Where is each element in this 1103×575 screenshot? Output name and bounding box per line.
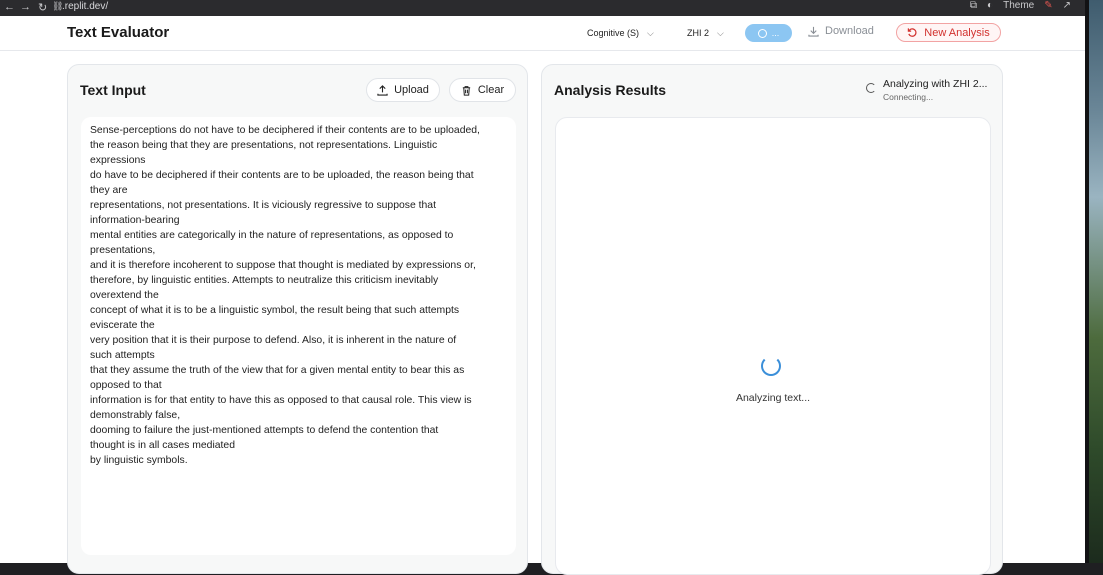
analysis-results-title: Analysis Results [554, 82, 667, 98]
address-bar-url[interactable]: .replit.dev/ [62, 1, 108, 12]
spinner-icon [866, 83, 876, 93]
analysis-results-panel: Analysis Results Analyzing with ZHI 2...… [541, 64, 1003, 575]
text-input-title: Text Input [80, 82, 146, 98]
mode-select[interactable]: Cognitive (S) ⌵ [583, 24, 658, 42]
pill-label: ... [771, 28, 780, 38]
download-button[interactable]: Download [808, 25, 874, 37]
terminal-icon[interactable]: ⧉ [970, 0, 977, 11]
model-select[interactable]: ZHI 2 ⌵ [683, 24, 728, 42]
status-primary: Analyzing with ZHI 2... [883, 78, 988, 90]
palette-icon[interactable]: ◐ [987, 0, 993, 11]
new-analysis-button[interactable]: New Analysis [896, 23, 1001, 42]
browser-toolbar: ← → ↻ ⛓ .replit.dev/ ⧉ ◐ Theme ✎ ↗ [0, 0, 1085, 16]
upload-label: Upload [394, 84, 429, 96]
theme-label[interactable]: Theme [1003, 0, 1034, 11]
download-label: Download [825, 25, 874, 37]
status-secondary: Connecting... [883, 92, 934, 102]
clear-button[interactable]: Clear [449, 78, 516, 102]
chevron-down-icon: ⌵ [717, 27, 724, 38]
trash-icon [462, 85, 471, 96]
upload-button[interactable]: Upload [366, 78, 440, 102]
text-input-panel: Text Input Upload Clear Sense-perception… [67, 64, 528, 574]
text-input-area[interactable]: Sense-perceptions do not have to be deci… [81, 117, 516, 555]
model-select-value: ZHI 2 [687, 28, 710, 38]
external-link-icon[interactable]: ↗ [1063, 0, 1071, 11]
results-content: Analyzing text... [555, 117, 991, 575]
download-icon [808, 26, 819, 37]
app-header: Text Evaluator Cognitive (S) ⌵ ZHI 2 ⌵ .… [0, 16, 1085, 51]
info-icon [757, 28, 767, 38]
back-icon[interactable]: ← [4, 1, 15, 13]
analyze-status-pill[interactable]: ... [745, 24, 792, 42]
pin-icon[interactable]: ✎ [1044, 0, 1052, 11]
app-title: Text Evaluator [67, 24, 170, 41]
refresh-icon [908, 28, 917, 37]
reload-icon[interactable]: ↻ [38, 1, 47, 14]
forward-icon[interactable]: → [20, 1, 31, 13]
analysis-status: Analyzing with ZHI 2... Connecting... [866, 77, 996, 107]
app-window: Text Evaluator Cognitive (S) ⌵ ZHI 2 ⌵ .… [0, 16, 1085, 575]
desktop-background [1085, 0, 1103, 563]
spinner-icon [761, 356, 781, 376]
window-edge [1085, 0, 1089, 563]
new-analysis-label: New Analysis [924, 26, 990, 39]
upload-icon [377, 84, 388, 96]
chevron-down-icon: ⌵ [647, 27, 654, 38]
mode-select-value: Cognitive (S) [587, 28, 640, 38]
clear-label: Clear [477, 84, 505, 96]
loading-text: Analyzing text... [735, 392, 811, 404]
